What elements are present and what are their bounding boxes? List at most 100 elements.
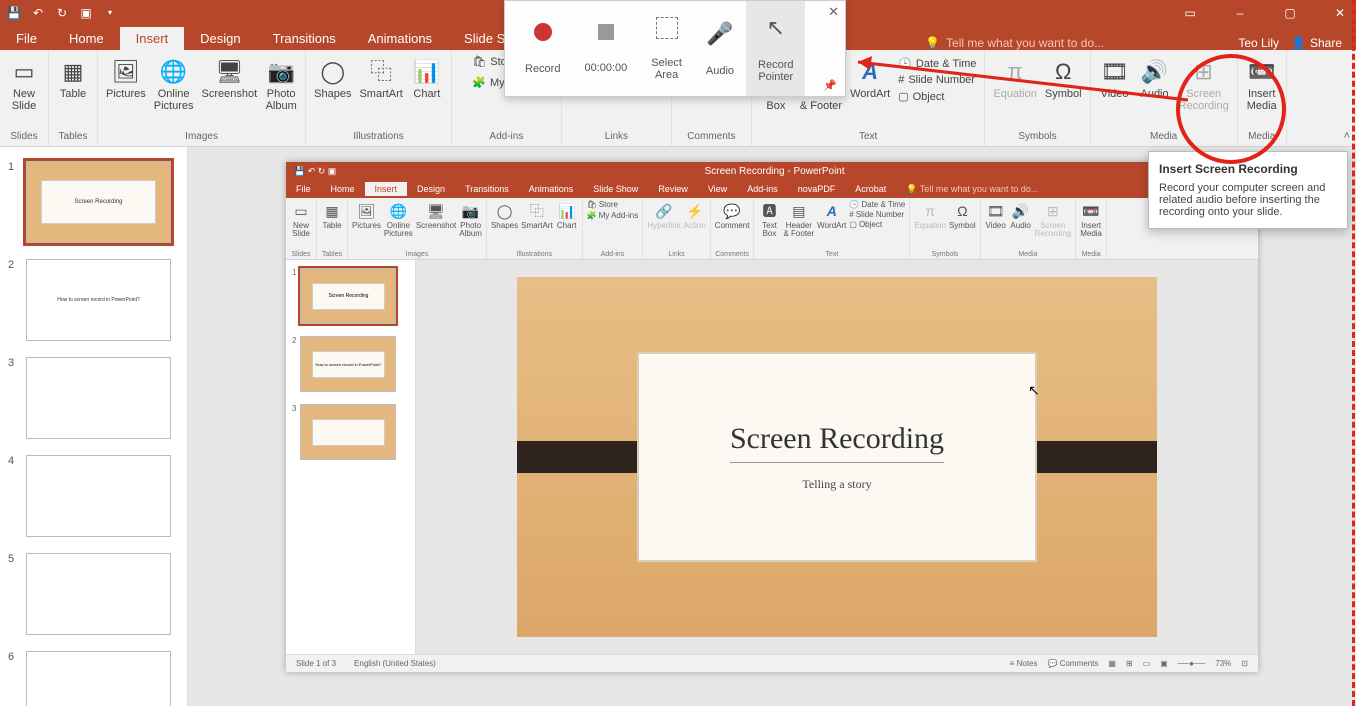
inner-thumb-3[interactable] — [300, 404, 396, 460]
inner-symbol[interactable]: ΩSymbol — [949, 200, 976, 230]
equation-button[interactable]: πEquation — [991, 54, 1038, 102]
record-pointer-button[interactable]: ↖ Record Pointer — [746, 1, 805, 96]
inner-status-lang[interactable]: English (United States) — [354, 659, 436, 668]
undo-icon[interactable]: ↶ — [30, 5, 46, 21]
thumb-slide-1[interactable]: Screen Recording — [26, 161, 171, 243]
inner-tab-view[interactable]: View — [698, 182, 737, 196]
redo-icon[interactable]: ↻ — [54, 5, 70, 21]
inner-online-pictures[interactable]: 🌐Online Pictures — [384, 200, 413, 238]
slide-subtitle-text[interactable]: Telling a story — [802, 477, 871, 492]
inner-tab-home[interactable]: Home — [321, 182, 365, 196]
inner-new-slide[interactable]: ▭New Slide — [290, 200, 312, 238]
inner-pictures[interactable]: 🖼Pictures — [352, 200, 381, 230]
inner-action[interactable]: ⚡Action — [684, 200, 706, 230]
record-button[interactable]: Record — [505, 1, 572, 96]
audio-toggle-button[interactable]: 🎤 Audio — [694, 1, 746, 96]
inner-shapes[interactable]: ◯Shapes — [491, 200, 518, 230]
inner-tab-animations[interactable]: Animations — [519, 182, 584, 196]
user-name[interactable]: Teo Lily — [1238, 36, 1279, 50]
inner-view-reading-icon[interactable]: ▭ — [1143, 659, 1151, 668]
insert-media-button[interactable]: 📼Insert Media — [1244, 54, 1280, 114]
qat-customize-icon[interactable]: ▾ — [102, 5, 118, 21]
inner-header[interactable]: ▤Header & Footer — [783, 200, 814, 238]
minimize-icon[interactable]: – — [1230, 6, 1250, 20]
inner-tab-design[interactable]: Design — [407, 182, 455, 196]
shapes-button[interactable]: ◯Shapes — [312, 54, 353, 102]
inner-zoom-slider[interactable]: ──●── — [1178, 659, 1206, 668]
save-icon[interactable]: 💾 — [6, 5, 22, 21]
inner-thumb-2[interactable]: How to screen record in PowerPoint? — [300, 336, 396, 392]
tab-home[interactable]: Home — [53, 27, 120, 50]
ribbon-display-icon[interactable]: ▭ — [1180, 6, 1200, 20]
tab-animations[interactable]: Animations — [352, 27, 448, 50]
inner-comments-button[interactable]: 💬 Comments — [1048, 659, 1099, 668]
inner-tab-novapdf[interactable]: novaPDF — [788, 182, 846, 196]
outer-thumbnail-panel[interactable]: 1Screen Recording 2How to screen record … — [0, 147, 188, 706]
inner-slidenum[interactable]: #Slide Number — [849, 210, 905, 219]
inner-store[interactable]: 🛍Store — [587, 200, 618, 209]
object-button[interactable]: ▢Object — [896, 89, 978, 104]
inner-smartart[interactable]: ⿻SmartArt — [521, 200, 553, 230]
inner-video[interactable]: 🎞Video — [985, 200, 1007, 230]
photo-album-button[interactable]: 📷Photo Album — [263, 54, 299, 114]
tab-design[interactable]: Design — [184, 27, 256, 50]
inner-slide-canvas[interactable]: Screen Recording Telling a story — [517, 277, 1157, 637]
tab-file[interactable]: File — [0, 27, 53, 50]
inner-comment[interactable]: 💬Comment — [715, 200, 750, 230]
audio-button[interactable]: 🔊Audio — [1137, 54, 1173, 102]
tell-me-search[interactable]: 💡 Tell me what you want to do... — [925, 36, 1104, 50]
inner-thumb-1[interactable]: Screen Recording — [300, 268, 396, 324]
inner-hyperlink[interactable]: 🔗Hyperlink — [647, 200, 680, 230]
inner-table[interactable]: ▦Table — [321, 200, 343, 230]
inner-tab-acrobat[interactable]: Acrobat — [845, 182, 896, 196]
inner-tab-addins[interactable]: Add-ins — [737, 182, 788, 196]
symbol-button[interactable]: ΩSymbol — [1043, 54, 1084, 102]
select-area-button[interactable]: Select Area — [639, 1, 694, 96]
inner-insert-media[interactable]: 📼Insert Media — [1080, 200, 1102, 238]
thumb-slide-4[interactable] — [26, 455, 171, 537]
inner-fit-icon[interactable]: ⊡ — [1241, 659, 1248, 668]
online-pictures-button[interactable]: 🌐Online Pictures — [152, 54, 196, 114]
inner-audio[interactable]: 🔊Audio — [1010, 200, 1032, 230]
inner-wordart[interactable]: AWordArt — [817, 200, 846, 230]
video-button[interactable]: 🎞Video — [1097, 54, 1133, 102]
inner-tab-slideshow[interactable]: Slide Show — [583, 182, 648, 196]
inner-screenshot[interactable]: 🖥Screenshot — [416, 200, 456, 230]
start-slideshow-icon[interactable]: ▣ — [78, 5, 94, 21]
thumb-slide-2[interactable]: How to screen record in PowerPoint? — [26, 259, 171, 341]
share-button[interactable]: 👤 Share — [1291, 36, 1342, 50]
recbar-close-icon[interactable]: ✕ — [828, 4, 839, 20]
pictures-button[interactable]: 🖼Pictures — [104, 54, 148, 102]
smartart-button[interactable]: ⿻SmartArt — [357, 54, 404, 102]
inner-view-sorter-icon[interactable]: ⊞ — [1126, 659, 1133, 668]
datetime-button[interactable]: 🕒Date & Time — [896, 56, 978, 71]
slide-title-text[interactable]: Screen Recording — [730, 422, 944, 463]
inner-tab-review[interactable]: Review — [648, 182, 698, 196]
inner-datetime[interactable]: 🕒Date & Time — [849, 200, 905, 209]
inner-tellme[interactable]: 💡 Tell me what you want to do... — [896, 182, 1048, 197]
inner-chart[interactable]: 📊Chart — [556, 200, 578, 230]
inner-tab-file[interactable]: File — [286, 182, 321, 196]
inner-textbox[interactable]: 🅰Text Box — [758, 200, 780, 238]
inner-object[interactable]: ▢Object — [849, 220, 905, 229]
inner-thumbnail-panel[interactable]: 1Screen Recording 2How to screen record … — [286, 260, 416, 654]
thumb-slide-5[interactable] — [26, 553, 171, 635]
maximize-icon[interactable]: ▢ — [1280, 6, 1300, 20]
screenshot-button[interactable]: 🖥Screenshot — [200, 54, 260, 102]
screen-recording-button[interactable]: ⊞Screen Recording — [1177, 54, 1231, 114]
table-button[interactable]: ▦Table — [55, 54, 91, 102]
tab-insert[interactable]: Insert — [120, 27, 185, 50]
recbar-pin-icon[interactable]: 📌 — [823, 79, 837, 92]
collapse-ribbon-icon[interactable]: ˄ — [1344, 130, 1350, 142]
inner-view-normal-icon[interactable]: ▦ — [1108, 659, 1116, 668]
inner-view-slideshow-icon[interactable]: ▣ — [1160, 659, 1168, 668]
thumb-slide-3[interactable] — [26, 357, 171, 439]
close-icon[interactable]: ✕ — [1330, 6, 1350, 20]
thumb-slide-6[interactable] — [26, 651, 171, 706]
inner-photo-album[interactable]: 📷Photo Album — [459, 200, 482, 238]
inner-myaddins[interactable]: 🧩My Add-ins — [587, 211, 639, 220]
chart-button[interactable]: 📊Chart — [409, 54, 445, 102]
inner-tab-insert[interactable]: Insert — [365, 182, 408, 196]
inner-tab-transitions[interactable]: Transitions — [455, 182, 519, 196]
inner-notes-button[interactable]: ≡ Notes — [1010, 659, 1038, 668]
